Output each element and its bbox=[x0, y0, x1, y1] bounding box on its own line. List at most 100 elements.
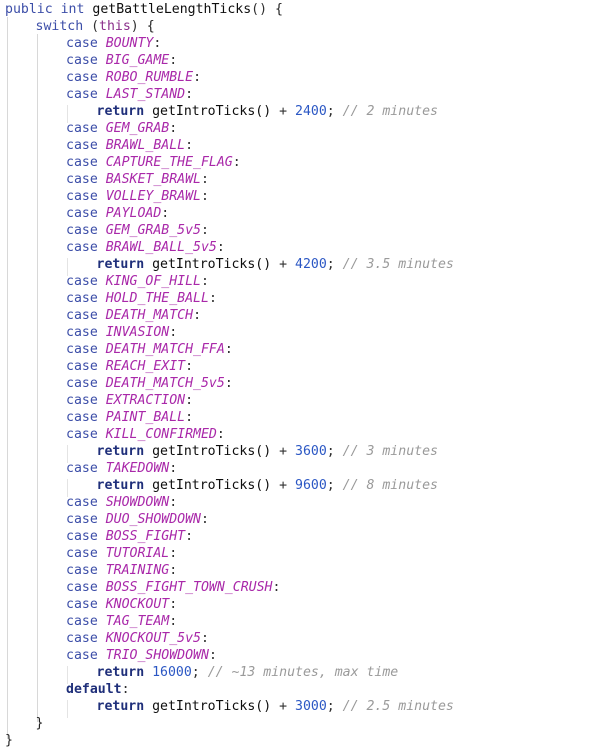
token-this: this bbox=[99, 19, 131, 34]
code-line[interactable]: } bbox=[0, 732, 594, 749]
token-punc: : bbox=[169, 546, 178, 561]
token-const: PAYLOAD bbox=[105, 206, 162, 221]
token-brace: { bbox=[275, 2, 283, 17]
code-line[interactable]: case GEM_GRAB: bbox=[0, 120, 594, 137]
token-num: 16000 bbox=[152, 665, 192, 680]
code-line[interactable]: case PAINT_BALL: bbox=[0, 409, 594, 426]
code-line[interactable]: } bbox=[0, 715, 594, 732]
token-punc: ; bbox=[191, 665, 208, 680]
token-punc: ; bbox=[326, 699, 343, 714]
token-kw: case bbox=[66, 410, 98, 425]
token-const: GEM_GRAB bbox=[105, 121, 170, 136]
token-punc: ; bbox=[326, 257, 343, 272]
code-line[interactable]: case REACH_EXIT: bbox=[0, 358, 594, 375]
code-line[interactable]: case BOSS_FIGHT: bbox=[0, 528, 594, 545]
code-line[interactable]: case BOUNTY: bbox=[0, 35, 594, 52]
code-line[interactable]: case DEATH_MATCH_FFA: bbox=[0, 341, 594, 358]
code-line[interactable]: case DEATH_MATCH: bbox=[0, 307, 594, 324]
code-line[interactable]: case TRIO_SHOWDOWN: bbox=[0, 647, 594, 664]
token-kw: case bbox=[66, 206, 98, 221]
token-const: TUTORIAL bbox=[105, 546, 170, 561]
code-line[interactable]: case BRAWL_BALL_5v5: bbox=[0, 239, 594, 256]
code-lines-container[interactable]: public int getBattleLengthTicks() {switc… bbox=[0, 0, 594, 749]
code-line[interactable]: case KING_OF_HILL: bbox=[0, 273, 594, 290]
token-punc: : bbox=[208, 291, 217, 306]
code-line[interactable]: case BOSS_FIGHT_TOWN_CRUSH: bbox=[0, 579, 594, 596]
code-line[interactable]: case TUTORIAL: bbox=[0, 545, 594, 562]
code-line[interactable]: case BRAWL_BALL: bbox=[0, 137, 594, 154]
token-num: 2400 bbox=[295, 104, 327, 119]
token-punc: : bbox=[185, 87, 194, 102]
code-line[interactable]: return 16000; // ~13 minutes, max time bbox=[0, 664, 594, 681]
token-punc: : bbox=[185, 393, 194, 408]
code-line[interactable]: case TAKEDOWN: bbox=[0, 460, 594, 477]
token-const: KILL_CONFIRMED bbox=[105, 427, 217, 442]
token-punc: : bbox=[201, 274, 209, 289]
token-const: KNOCKOUT bbox=[105, 597, 170, 612]
token-const: BOSS_FIGHT bbox=[105, 529, 186, 544]
token-const: BRAWL_BALL_5v5 bbox=[105, 240, 217, 255]
token-const: GEM_GRAB_5v5 bbox=[105, 223, 201, 238]
code-line[interactable]: switch (this) { bbox=[0, 18, 594, 35]
code-line[interactable]: return getIntroTicks() + 3000; // 2.5 mi… bbox=[0, 698, 594, 715]
token-kw: public bbox=[5, 2, 53, 17]
code-line[interactable]: case KNOCKOUT: bbox=[0, 596, 594, 613]
code-line[interactable]: default: bbox=[0, 681, 594, 698]
code-line[interactable]: case DEATH_MATCH_5v5: bbox=[0, 375, 594, 392]
code-line[interactable]: case BASKET_BRAWL: bbox=[0, 171, 594, 188]
code-line[interactable]: return getIntroTicks() + 9600; // 8 minu… bbox=[0, 477, 594, 494]
code-line[interactable]: public int getBattleLengthTicks() { bbox=[0, 1, 594, 18]
token-punc: : bbox=[224, 342, 233, 357]
token-ident: getIntroTicks() bbox=[152, 257, 272, 272]
code-line[interactable]: case TAG_TEAM: bbox=[0, 613, 594, 630]
code-line[interactable]: case PAYLOAD: bbox=[0, 205, 594, 222]
token-punc: : bbox=[185, 529, 194, 544]
token-const: ROBO_RUMBLE bbox=[105, 70, 194, 85]
code-line[interactable]: case GEM_GRAB_5v5: bbox=[0, 222, 594, 239]
code-line[interactable]: case ROBO_RUMBLE: bbox=[0, 69, 594, 86]
code-line[interactable]: case BIG_GAME: bbox=[0, 52, 594, 69]
token-punc: : bbox=[201, 172, 209, 187]
token-const: TAG_TEAM bbox=[105, 614, 170, 629]
code-line[interactable]: case INVASION: bbox=[0, 324, 594, 341]
code-line[interactable]: return getIntroTicks() + 2400; // 2 minu… bbox=[0, 103, 594, 120]
token-kw: case bbox=[66, 70, 98, 85]
code-line[interactable]: case DUO_SHOWDOWN: bbox=[0, 511, 594, 528]
token-const: INVASION bbox=[105, 325, 170, 340]
code-line[interactable]: case KNOCKOUT_5v5: bbox=[0, 630, 594, 647]
token-punc: : bbox=[185, 138, 194, 153]
code-line[interactable]: case CAPTURE_THE_FLAG: bbox=[0, 154, 594, 171]
code-line[interactable]: case LAST_STAND: bbox=[0, 86, 594, 103]
token-punc: : bbox=[216, 240, 225, 255]
token-const: VOLLEY_BRAWL bbox=[105, 189, 201, 204]
code-line[interactable]: return getIntroTicks() + 3600; // 3 minu… bbox=[0, 443, 594, 460]
code-line[interactable]: case VOLLEY_BRAWL: bbox=[0, 188, 594, 205]
code-line[interactable]: case KILL_CONFIRMED: bbox=[0, 426, 594, 443]
code-line[interactable]: case TRAINING: bbox=[0, 562, 594, 579]
code-line[interactable]: case SHOWDOWN: bbox=[0, 494, 594, 511]
token-kw: case bbox=[66, 223, 98, 238]
token-punc: : bbox=[193, 308, 202, 323]
token-punc: : bbox=[169, 495, 178, 510]
code-line[interactable]: return getIntroTicks() + 4200; // 3.5 mi… bbox=[0, 256, 594, 273]
code-line[interactable]: case HOLD_THE_BALL: bbox=[0, 290, 594, 307]
code-editor-viewport[interactable]: public int getBattleLengthTicks() {switc… bbox=[0, 0, 594, 756]
code-line[interactable]: case EXTRACTION: bbox=[0, 392, 594, 409]
token-kw: case bbox=[66, 36, 98, 51]
